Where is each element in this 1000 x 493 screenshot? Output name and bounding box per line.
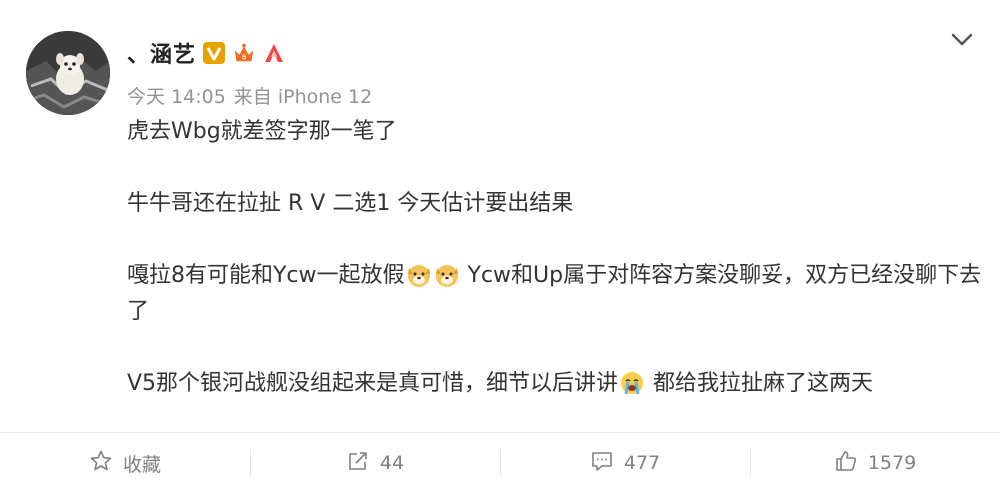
post-header: 、涵艺 5 <box>127 36 286 70</box>
user-name[interactable]: 、涵艺 <box>127 37 196 69</box>
star-icon <box>89 449 113 478</box>
post-text: V5那个银河战舰没组起来是真可惜，细节以后讲讲 <box>127 371 619 396</box>
post-text: 嘎拉8有可能和Ycw一起放假 <box>127 263 405 288</box>
post-source: 来自 iPhone 12 <box>233 86 373 108</box>
post-paragraph: 牛牛哥还在拉扯 R V 二选1 今天估计要出结果 <box>127 191 574 216</box>
post-paragraph: 虎去Wbg就差签字那一笔了 <box>127 119 397 144</box>
comment-count: 477 <box>623 452 661 474</box>
post-text: 都给我拉扯麻了这两天 <box>646 371 874 396</box>
thumbs-up-icon <box>834 449 858 478</box>
share-icon <box>346 449 370 478</box>
avatar[interactable] <box>26 31 110 115</box>
share-button[interactable]: 44 <box>250 433 500 493</box>
post-meta: 今天 14:05 来自 iPhone 12 <box>127 82 372 109</box>
post-time[interactable]: 今天 14:05 <box>127 82 226 109</box>
comment-button[interactable]: 477 <box>500 433 750 493</box>
favorite-button[interactable]: 收藏 <box>0 433 250 493</box>
chevron-down-icon[interactable] <box>950 28 974 52</box>
post-paragraph: 嘎拉8有可能和Ycw一起放假 Ycw和Up属于对阵容方案没聊妥，双方已经没聊下去… <box>127 258 987 330</box>
post-content: 虎去Wbg就差签字那一笔了 牛牛哥还在拉扯 R V 二选1 今天估计要出结果 嘎… <box>127 114 987 402</box>
verified-v-badge-icon[interactable] <box>202 41 226 65</box>
weibo-post-card: 、涵艺 5 今天 14:05 来自 iPhone 12 虎去Wbg就差签字那一笔… <box>0 0 1000 493</box>
member-crown-badge-icon[interactable]: 5 <box>232 41 256 65</box>
fan-badge-icon[interactable] <box>262 41 286 65</box>
favorite-label: 收藏 <box>122 453 161 476</box>
like-count: 1579 <box>867 452 917 474</box>
action-bar: 收藏 44 477 1579 <box>0 433 1000 493</box>
crying-emoji-icon <box>619 370 645 396</box>
like-button[interactable]: 1579 <box>750 433 1000 493</box>
share-count: 44 <box>379 452 405 474</box>
doge-emoji-icon <box>406 262 432 288</box>
doge-emoji-icon <box>434 262 460 288</box>
comment-icon <box>590 449 614 478</box>
post-paragraph: V5那个银河战舰没组起来是真可惜，细节以后讲讲 都给我拉扯麻了这两天 <box>127 366 987 402</box>
svg-text:5: 5 <box>242 52 246 61</box>
